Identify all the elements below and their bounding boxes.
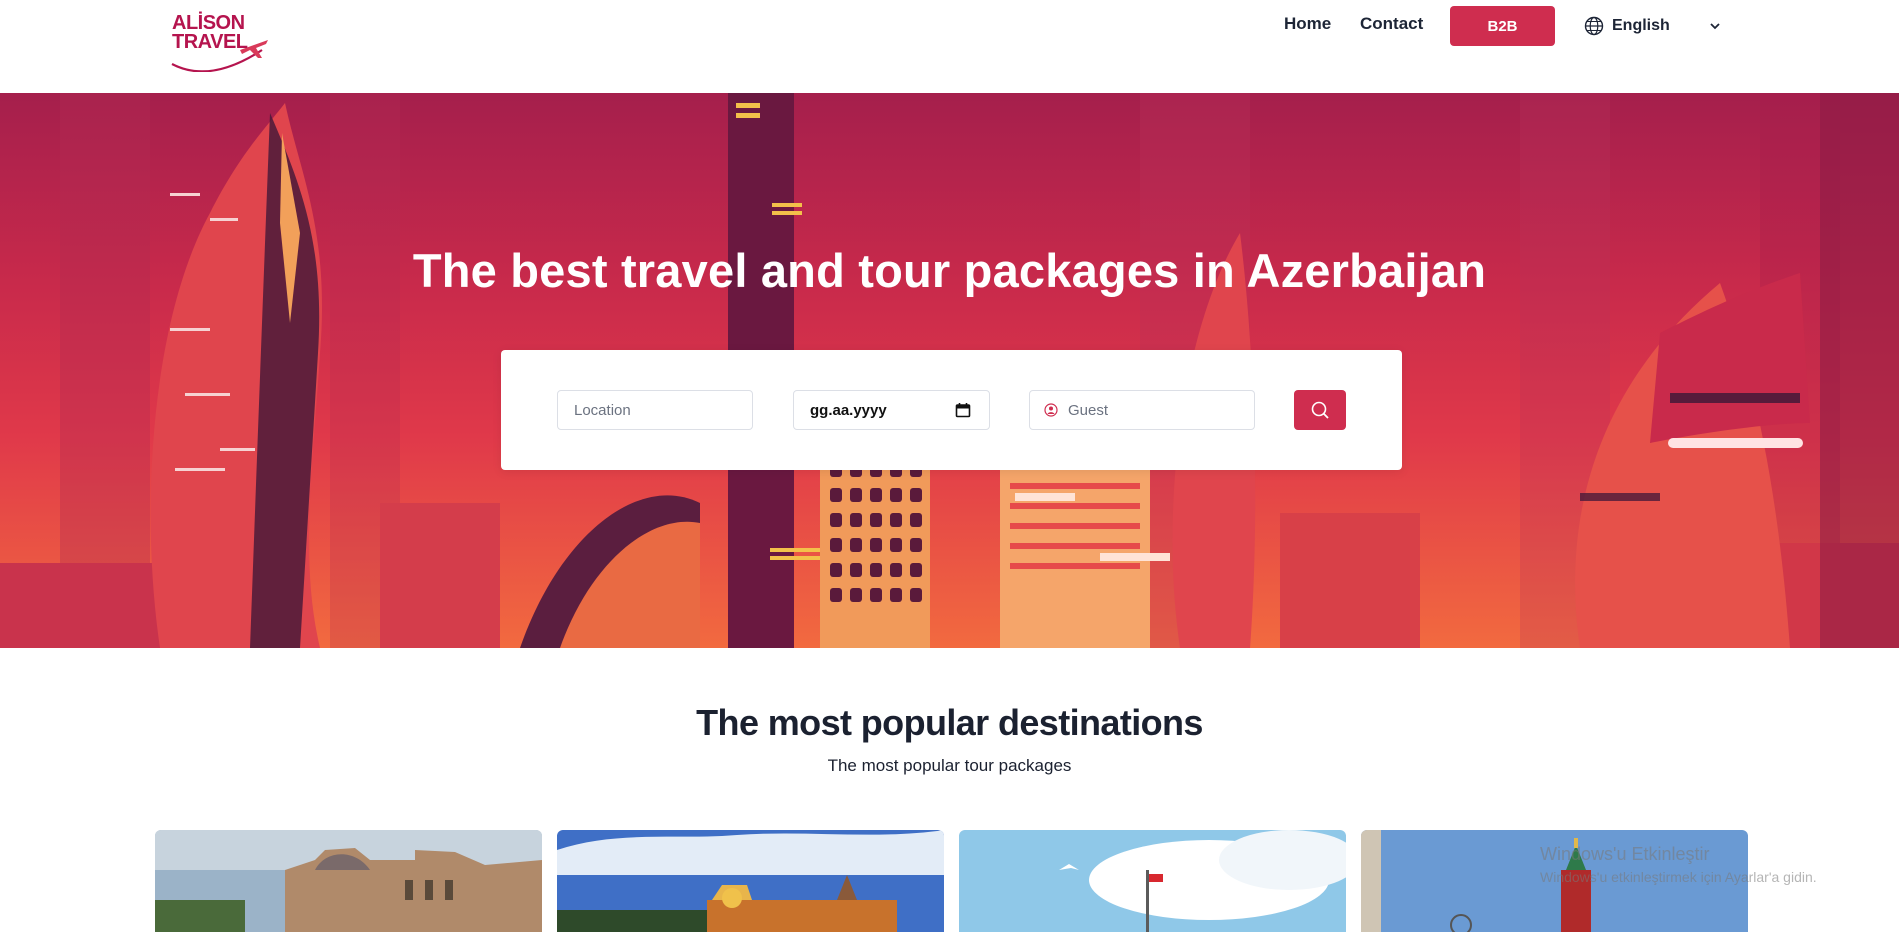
destination-card[interactable] — [155, 830, 542, 932]
guest-placeholder: Guest — [1068, 401, 1109, 419]
brand-name: ALİSON TRAVEL — [172, 13, 248, 53]
brand-line2: TRAVEL — [172, 31, 248, 53]
nav-contact-link[interactable]: Contact — [1360, 14, 1423, 34]
nav-home-link[interactable]: Home — [1284, 14, 1331, 34]
hero-title: The best travel and tour packages in Aze… — [412, 244, 1487, 297]
section-subtitle: The most popular tour packages — [827, 756, 1072, 775]
user-icon — [1044, 403, 1058, 417]
brand-logo[interactable]: ALİSON TRAVEL — [170, 12, 270, 72]
b2b-button[interactable]: B2B — [1450, 6, 1555, 46]
section-title: The most popular destinations — [696, 702, 1203, 743]
search-form: Location gg.aa.yyyy Guest — [501, 350, 1402, 470]
search-icon — [1311, 401, 1329, 419]
windows-activation-watermark: Windows'u Etkinleştir Windows'u etkinleş… — [1540, 844, 1817, 885]
location-input[interactable]: Location — [557, 390, 753, 430]
date-value: gg.aa.yyyy — [810, 401, 887, 419]
calendar-icon[interactable] — [955, 402, 971, 418]
hero-banner: The best travel and tour packages in Aze… — [0, 93, 1899, 648]
destination-image — [557, 830, 944, 932]
destination-image — [959, 830, 1346, 932]
watermark-line2: Windows'u etkinleştirmek için Ayarlar'a … — [1540, 869, 1817, 885]
site-header: ALİSON TRAVEL Home Contact B2B English — [0, 0, 1899, 93]
destination-card[interactable] — [557, 830, 944, 932]
chevron-down-icon[interactable] — [1708, 19, 1722, 33]
guest-input[interactable]: Guest — [1029, 390, 1255, 430]
search-button[interactable] — [1294, 390, 1346, 430]
watermark-line1: Windows'u Etkinleştir — [1540, 844, 1710, 864]
language-label: English — [1612, 17, 1670, 34]
date-input[interactable]: gg.aa.yyyy — [793, 390, 990, 430]
language-selector[interactable]: English — [1584, 14, 1670, 38]
globe-icon — [1584, 16, 1604, 36]
destination-image — [155, 830, 542, 932]
destination-card[interactable] — [959, 830, 1346, 932]
